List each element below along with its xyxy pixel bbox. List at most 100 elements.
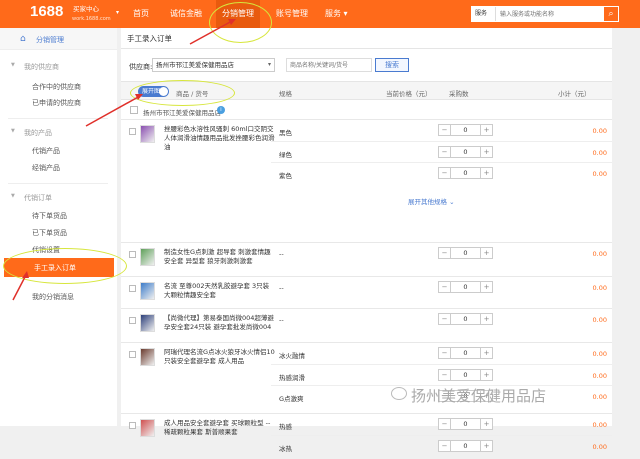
product-name[interactable]: 挫腰彩色水溶性风骚刺 60ml口交阴交人体润滑油情趣用品批发挫腰彩色润滑油: [164, 125, 275, 152]
minus-icon[interactable]: −: [439, 314, 451, 324]
product-row: 【尚微代理】第易泰国尚微004超薄避孕安全套24只装 避孕套批发尚微004--2…: [121, 308, 612, 333]
quantity-value[interactable]: 0: [451, 348, 480, 358]
expand-specs-link[interactable]: 展开其他规格 ⌄: [408, 196, 455, 206]
product-name[interactable]: 名流 至尊002天然乳胶避孕套 3只装 大颗粒情趣安全套: [164, 282, 275, 300]
variant-row: --1.30−0+0.00: [271, 243, 612, 264]
variant-spec: --: [279, 250, 284, 258]
minus-icon[interactable]: −: [439, 248, 451, 258]
product-name[interactable]: 制造女性G点刺激 超导套 刺激套情趣 安全套 异型套 狼牙刺激刺激套: [164, 248, 275, 266]
sidebar-item-placed-orders[interactable]: 已下单货品: [32, 228, 67, 238]
quantity-stepper[interactable]: −0 +: [438, 369, 493, 381]
info-icon[interactable]: i: [217, 106, 225, 114]
keyword-input[interactable]: [286, 58, 372, 72]
shop-checkbox[interactable]: [130, 106, 138, 114]
quantity-stepper[interactable]: −0 +: [438, 247, 493, 259]
plus-icon[interactable]: +: [480, 370, 492, 380]
nav-home[interactable]: 首页: [133, 0, 149, 28]
product-checkbox[interactable]: [129, 128, 136, 135]
supplier-select[interactable]: 扬州市邗江美爱保健用品店 ▾: [152, 58, 275, 72]
product-checkbox[interactable]: [129, 285, 136, 292]
site-url: work.1688.com: [72, 16, 111, 22]
quantity-value[interactable]: 0: [451, 248, 480, 258]
sidebar-section-products[interactable]: 我的产品: [11, 128, 52, 138]
variant-row: 紫色2.20−0+0.00: [271, 162, 612, 183]
product-checkbox[interactable]: [129, 317, 136, 324]
search-button[interactable]: 搜索: [375, 58, 409, 72]
home-icon: ⌂: [20, 34, 26, 44]
plus-icon[interactable]: +: [480, 282, 492, 292]
plus-icon[interactable]: +: [480, 441, 492, 451]
minus-icon[interactable]: −: [439, 125, 451, 135]
quantity-stepper[interactable]: −0 +: [438, 347, 493, 359]
minus-icon[interactable]: −: [439, 147, 451, 157]
product-thumbnail[interactable]: [140, 419, 155, 437]
product-thumbnail[interactable]: [140, 348, 155, 366]
quantity-stepper[interactable]: −0 +: [438, 281, 493, 293]
variant-subtotal: 0.00: [592, 372, 607, 380]
sidebar-item-cooperating-suppliers[interactable]: 合作中的供应商: [32, 82, 81, 92]
sidebar-title[interactable]: 分销管理: [36, 35, 64, 45]
minus-icon[interactable]: −: [439, 419, 451, 429]
quantity-value[interactable]: 0: [451, 370, 480, 380]
product-name[interactable]: 【尚微代理】第易泰国尚微004超薄避孕安全套24只装 避孕套批发尚微004: [164, 314, 275, 332]
sidebar-item-pending-orders[interactable]: 待下单货品: [32, 211, 67, 221]
quantity-stepper[interactable]: −0 +: [438, 124, 493, 136]
nav-service[interactable]: 服务 ▾: [325, 0, 348, 28]
quantity-value[interactable]: 0: [451, 125, 480, 135]
plus-icon[interactable]: +: [480, 125, 492, 135]
quantity-value[interactable]: 0: [451, 314, 480, 324]
quantity-value[interactable]: 0: [451, 282, 480, 292]
plus-icon[interactable]: +: [480, 314, 492, 324]
nav-account[interactable]: 账号管理: [276, 0, 308, 28]
product-thumbnail[interactable]: [140, 125, 155, 143]
product-row: 挫腰彩色水溶性风骚刺 60ml口交阴交人体润滑油情趣用品批发挫腰彩色润滑油黑色2…: [121, 119, 612, 203]
search-input[interactable]: [500, 8, 600, 20]
product-thumbnail[interactable]: [140, 248, 155, 266]
quantity-stepper[interactable]: −0 +: [438, 167, 493, 179]
plus-icon[interactable]: +: [480, 248, 492, 258]
minus-icon[interactable]: −: [439, 168, 451, 178]
product-checkbox[interactable]: [129, 251, 136, 258]
divider: [8, 183, 108, 184]
sidebar-item-distribution-messages[interactable]: 我的分销消息: [32, 292, 74, 302]
search-button[interactable]: ⌕: [603, 6, 619, 22]
divider: [121, 48, 612, 49]
product-name[interactable]: 阿瑞代理名流G点冰火狼牙冰火情侣10只装安全套避孕套 成人用品: [164, 348, 275, 366]
quantity-value[interactable]: 0: [451, 419, 480, 429]
site-logo[interactable]: 1688: [30, 4, 63, 20]
product-name[interactable]: 成人用品安全套避孕套 买球颗粒型 -- 稀疏颗粒果套 斯普顺果套: [164, 419, 275, 437]
plus-icon[interactable]: +: [480, 419, 492, 429]
product-thumbnail[interactable]: [140, 282, 155, 300]
sidebar-section-orders[interactable]: 代销订单: [11, 193, 52, 203]
product-checkbox[interactable]: [129, 351, 136, 358]
sidebar-item-consignment-products[interactable]: 代销产品: [32, 146, 60, 156]
quantity-stepper[interactable]: −0 +: [438, 146, 493, 158]
quantity-stepper[interactable]: −0 +: [438, 440, 493, 452]
minus-icon[interactable]: −: [439, 282, 451, 292]
sidebar-item-distribution-products[interactable]: 经销产品: [32, 163, 60, 173]
nav-credit-finance[interactable]: 诚信金融: [170, 0, 202, 28]
column-spec: 规格: [279, 90, 292, 98]
sidebar-section-suppliers[interactable]: 我的供应商: [11, 62, 59, 72]
chevron-down-icon[interactable]: ▾: [116, 9, 119, 16]
variant-subtotal: 0.00: [592, 284, 607, 292]
product-thumbnail[interactable]: [140, 314, 155, 332]
buyer-center-label: 买家中心: [73, 5, 99, 13]
quantity-value[interactable]: 0: [451, 168, 480, 178]
minus-icon[interactable]: −: [439, 348, 451, 358]
plus-icon[interactable]: +: [480, 147, 492, 157]
quantity-value[interactable]: 0: [451, 441, 480, 451]
search-category[interactable]: 服务: [472, 7, 496, 21]
quantity-stepper[interactable]: −0 +: [438, 418, 493, 430]
minus-icon[interactable]: −: [439, 370, 451, 380]
shop-name: 扬州市邗江美爱保健用品店: [143, 109, 221, 117]
minus-icon[interactable]: −: [439, 441, 451, 451]
variant-subtotal: 0.00: [592, 250, 607, 258]
expand-specs-label: 展开其他规格: [408, 198, 447, 206]
plus-icon[interactable]: +: [480, 168, 492, 178]
quantity-value[interactable]: 0: [451, 147, 480, 157]
sidebar-item-applied-suppliers[interactable]: 已申请的供应商: [32, 98, 81, 108]
supplier-value: 扬州市邗江美爱保健用品店: [156, 61, 234, 69]
quantity-stepper[interactable]: −0 +: [438, 313, 493, 325]
plus-icon[interactable]: +: [480, 348, 492, 358]
